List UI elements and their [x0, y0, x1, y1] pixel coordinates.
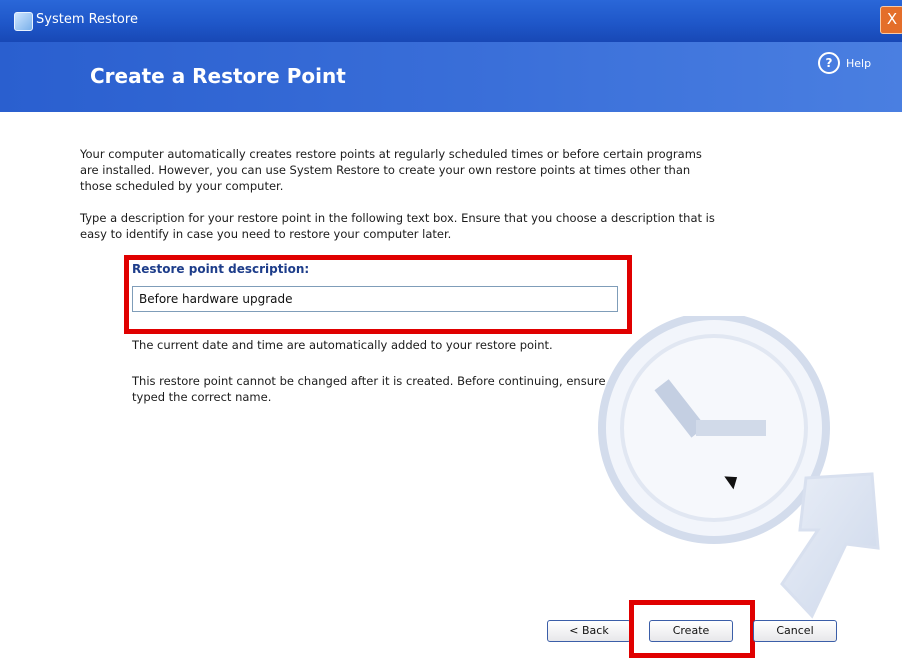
datetime-note: The current date and time are automatica… [132, 338, 553, 352]
instruction-text: Type a description for your restore poin… [80, 211, 715, 241]
description-label: Restore point description: [132, 262, 310, 276]
create-button[interactable]: Create [649, 620, 733, 642]
page-header: Create a Restore Point ? Help [0, 42, 902, 112]
wizard-content: Your computer automatically creates rest… [0, 112, 902, 669]
intro-text: Your computer automatically creates rest… [80, 147, 702, 193]
window-title: System Restore [36, 12, 138, 27]
back-button[interactable]: < Back [547, 620, 631, 642]
help-icon: ? [818, 52, 840, 74]
help-link[interactable]: ? Help [818, 52, 871, 74]
help-label: Help [846, 57, 872, 70]
page-title: Create a Restore Point [90, 64, 346, 88]
cancel-button[interactable]: Cancel [753, 620, 837, 642]
restore-point-description-input[interactable] [132, 286, 618, 312]
title-bar: System Restore X [0, 0, 902, 42]
close-button[interactable]: X [880, 6, 902, 34]
system-restore-icon [14, 12, 33, 31]
